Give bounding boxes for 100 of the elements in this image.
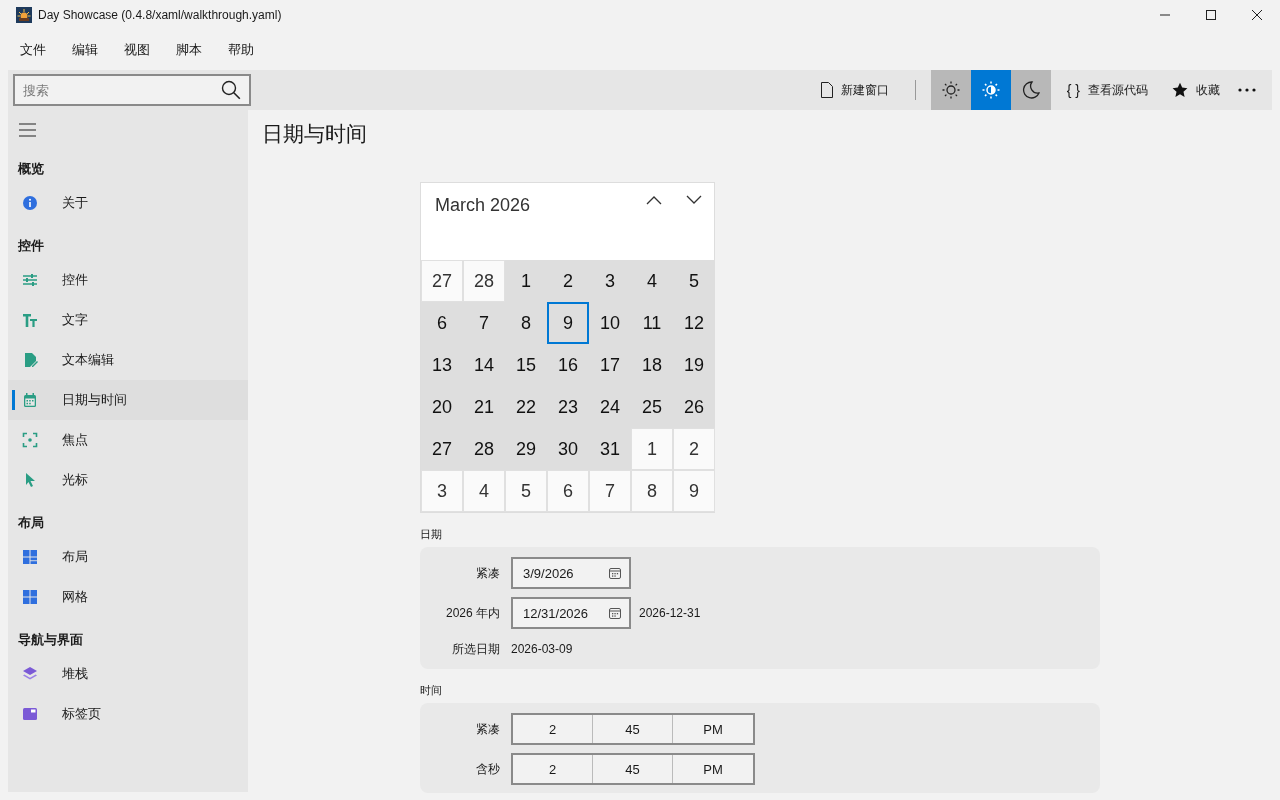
nav-item[interactable]: 日期与时间 xyxy=(8,380,248,420)
field-label: 含秒 xyxy=(475,760,500,778)
calendar-day[interactable]: 10 xyxy=(589,302,631,344)
calendar-day[interactable]: 31 xyxy=(589,428,631,470)
calendar-day[interactable]: 21 xyxy=(463,386,505,428)
calendar-day[interactable]: 2 xyxy=(547,260,589,302)
calendar-day[interactable]: 4 xyxy=(631,260,673,302)
calendar-day[interactable]: 17 xyxy=(589,344,631,386)
calendar-day[interactable]: 1 xyxy=(505,260,547,302)
calendar-day[interactable]: 29 xyxy=(505,428,547,470)
calendar-icon xyxy=(609,607,621,619)
nav-item[interactable]: 控件 xyxy=(8,260,248,300)
calendar-day[interactable]: 6 xyxy=(547,470,589,512)
calendar-day[interactable]: 20 xyxy=(421,386,463,428)
light-theme-button[interactable] xyxy=(930,70,971,110)
nav-item[interactable]: 文本编辑 xyxy=(8,340,248,380)
calendar-day[interactable]: 5 xyxy=(673,260,715,302)
time-segment[interactable]: 2 xyxy=(513,755,593,783)
calendar-day[interactable]: 27 xyxy=(421,260,463,302)
menu-item[interactable]: 脚本 xyxy=(168,41,210,59)
calendar-day[interactable]: 13 xyxy=(421,344,463,386)
field-label: 2026 年内 xyxy=(444,604,500,622)
calendar-day[interactable]: 19 xyxy=(673,344,715,386)
field-label: 紧凑 xyxy=(475,564,500,582)
tab-icon xyxy=(22,706,38,722)
time-segment[interactable]: 45 xyxy=(593,755,673,783)
nav-item[interactable]: 网格 xyxy=(8,577,248,617)
page-title: 日期与时间 xyxy=(262,121,368,147)
calendar-day[interactable]: 27 xyxy=(421,428,463,470)
field-label: 所选日期 xyxy=(451,640,500,658)
calendar-day[interactable]: 18 xyxy=(631,344,673,386)
calendar-day[interactable]: 11 xyxy=(631,302,673,344)
calendar-day[interactable]: 8 xyxy=(505,302,547,344)
calendar-day[interactable]: 12 xyxy=(673,302,715,344)
calendar-day[interactable]: 8 xyxy=(631,470,673,512)
favorite-button[interactable]: 收藏 xyxy=(1160,70,1232,110)
menu-item[interactable]: 帮助 xyxy=(220,41,262,59)
menu-item[interactable]: 编辑 xyxy=(64,41,106,59)
more-icon[interactable] xyxy=(1238,88,1256,92)
calendar-day[interactable]: 7 xyxy=(589,470,631,512)
calendar-day[interactable]: 7 xyxy=(463,302,505,344)
calendar-day[interactable]: 28 xyxy=(463,260,505,302)
dark-theme-button[interactable] xyxy=(1010,70,1051,110)
calendar-day[interactable]: 1 xyxy=(631,428,673,470)
nav-item[interactable]: 焦点 xyxy=(8,420,248,460)
view-source-button[interactable]: { } 查看源代码 xyxy=(1054,70,1160,110)
calendar-day[interactable]: 4 xyxy=(463,470,505,512)
calendar-day[interactable]: 26 xyxy=(673,386,715,428)
chevron-up-icon xyxy=(646,195,662,205)
date-picker[interactable]: 12/31/2026 xyxy=(511,597,631,629)
document-icon xyxy=(820,82,833,98)
calendar-day[interactable]: 3 xyxy=(589,260,631,302)
focus-icon xyxy=(22,432,38,448)
nav-item[interactable]: 关于 xyxy=(8,183,248,223)
close-icon[interactable] xyxy=(1252,10,1262,20)
calendar-day[interactable]: 5 xyxy=(505,470,547,512)
calendar-day[interactable]: 3 xyxy=(421,470,463,512)
moon-icon xyxy=(1021,81,1040,99)
calendar-icon xyxy=(22,392,38,408)
calendar-day[interactable]: 6 xyxy=(421,302,463,344)
nav-group-heading: 布局 xyxy=(17,514,45,532)
search-field[interactable]: 搜索 xyxy=(15,76,221,104)
calendar-day[interactable]: 9 xyxy=(547,302,589,344)
nav-item[interactable]: 光标 xyxy=(8,460,248,500)
nav-item[interactable]: 布局 xyxy=(8,537,248,577)
date-picker[interactable]: 3/9/2026 xyxy=(511,557,631,589)
calendar-day[interactable]: 23 xyxy=(547,386,589,428)
calendar-day[interactable]: 25 xyxy=(631,386,673,428)
maximize-icon[interactable] xyxy=(1206,10,1216,20)
calendar-day[interactable]: 16 xyxy=(547,344,589,386)
search-icon[interactable] xyxy=(221,80,241,100)
month-title[interactable]: March 2026 xyxy=(435,195,531,216)
calendar-icon xyxy=(609,567,621,579)
calendar-day[interactable]: 30 xyxy=(547,428,589,470)
menu-item[interactable]: 视图 xyxy=(116,41,158,59)
section-heading: 时间 xyxy=(420,683,443,698)
menu-item[interactable]: 文件 xyxy=(12,41,54,59)
time-segment[interactable]: 45 xyxy=(593,715,673,743)
nav-item[interactable]: 堆栈 xyxy=(8,654,248,694)
nav-group-heading: 控件 xyxy=(17,237,45,255)
calendar-day[interactable]: 15 xyxy=(505,344,547,386)
time-segment[interactable]: PM xyxy=(673,755,753,783)
time-segment[interactable]: PM xyxy=(673,715,753,743)
calendar-day[interactable]: 2 xyxy=(673,428,715,470)
chevron-down-icon xyxy=(686,195,702,205)
nav-group-heading: 概览 xyxy=(16,160,45,178)
calendar-day[interactable]: 28 xyxy=(463,428,505,470)
menu-icon[interactable] xyxy=(18,120,38,140)
info-icon xyxy=(22,195,38,211)
calendar-day[interactable]: 9 xyxy=(673,470,715,512)
auto-theme-button[interactable] xyxy=(970,70,1011,110)
new-window-button[interactable]: 新建窗口 xyxy=(808,70,901,110)
nav-item[interactable]: 文字 xyxy=(8,300,248,340)
time-segment[interactable]: 2 xyxy=(513,715,593,743)
search-box[interactable]: 搜索 xyxy=(13,74,251,106)
calendar-day[interactable]: 22 xyxy=(505,386,547,428)
nav-item[interactable]: 标签页 xyxy=(8,694,248,734)
calendar-day[interactable]: 24 xyxy=(589,386,631,428)
sun-icon xyxy=(941,81,960,99)
calendar-day[interactable]: 14 xyxy=(463,344,505,386)
